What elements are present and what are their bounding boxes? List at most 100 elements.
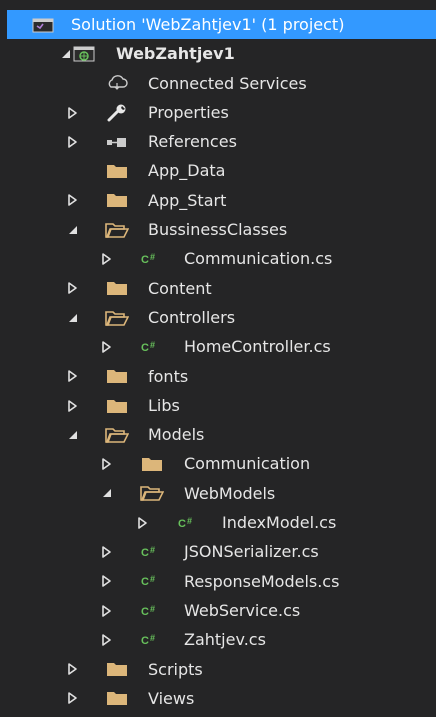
collapsed-arrow-icon[interactable] — [66, 186, 80, 215]
tree-item[interactable]: C # JSONSerializer.cs — [7, 537, 436, 566]
tree-item-label: WebZahtjev1 — [116, 44, 235, 64]
tree-item-label: Content — [148, 278, 212, 298]
folder-icon — [105, 274, 129, 303]
tree-item[interactable]: C # Zahtjev.cs — [7, 625, 436, 654]
tree-item[interactable]: Communication — [7, 449, 436, 478]
collapsed-arrow-icon[interactable] — [100, 567, 114, 596]
tree-item-label: Connected Services — [148, 73, 307, 93]
collapsed-arrow-icon[interactable] — [100, 596, 114, 625]
tree-item[interactable]: Properties — [7, 98, 436, 127]
tree-item-label: WebModels — [184, 483, 276, 503]
tree-item-label: fonts — [148, 366, 189, 386]
web-project-icon — [72, 39, 96, 68]
svg-text:#: # — [150, 340, 155, 350]
tree-item[interactable]: Views — [7, 684, 436, 713]
csharp-file-icon: C # — [177, 508, 201, 537]
folder-open-icon — [105, 303, 129, 332]
solution-icon — [31, 10, 55, 39]
tree-item-label: BussinessClasses — [148, 220, 288, 240]
tree-item-label: Models — [148, 425, 205, 445]
tree-item-label: Views — [148, 688, 195, 708]
tree-item-label: References — [148, 132, 237, 152]
svg-text:#: # — [150, 252, 155, 262]
tree-item[interactable]: fonts — [7, 362, 436, 391]
svg-text:C: C — [141, 576, 149, 588]
collapsed-arrow-icon[interactable] — [66, 684, 80, 713]
csharp-file-icon: C # — [140, 596, 164, 625]
tree-item[interactable]: App_Data — [7, 156, 436, 185]
tree-item-label: Communication — [184, 454, 311, 474]
tree-item-label: JSONSerializer.cs — [184, 542, 319, 562]
tree-item[interactable]: Controllers — [7, 303, 436, 332]
folder-icon — [105, 362, 129, 391]
solution-tree: Solution 'WebZahtjev1' (1 project) WebZah… — [7, 10, 436, 713]
tree-item-label: Properties — [148, 102, 229, 122]
tree-item-label: Controllers — [148, 307, 236, 327]
tree-item[interactable]: WebZahtjev1 — [7, 39, 436, 68]
collapsed-arrow-icon[interactable] — [66, 391, 80, 420]
collapsed-arrow-icon[interactable] — [100, 625, 114, 654]
tree-item[interactable]: Content — [7, 274, 436, 303]
csharp-file-icon: C # — [140, 625, 164, 654]
tree-item-label: Communication.cs — [184, 249, 333, 269]
tree-item-label: Solution 'WebZahtjev1' (1 project) — [71, 15, 345, 34]
svg-text:C: C — [141, 635, 149, 647]
expanded-arrow-icon[interactable] — [66, 420, 80, 449]
svg-text:C: C — [141, 254, 149, 266]
svg-text:C: C — [141, 606, 149, 618]
tree-item-label: App_Data — [148, 161, 226, 181]
svg-text:#: # — [150, 574, 155, 584]
tree-item[interactable]: App_Start — [7, 186, 436, 215]
tree-item[interactable]: References — [7, 127, 436, 156]
folder-icon — [105, 655, 129, 684]
tree-item[interactable]: C # HomeController.cs — [7, 332, 436, 361]
svg-text:#: # — [150, 633, 155, 643]
folder-icon — [105, 391, 129, 420]
collapsed-arrow-icon[interactable] — [66, 127, 80, 156]
folder-icon — [140, 449, 164, 478]
collapsed-arrow-icon[interactable] — [66, 362, 80, 391]
folder-icon — [105, 684, 129, 713]
svg-text:C: C — [141, 547, 149, 559]
collapsed-arrow-icon[interactable] — [100, 332, 114, 361]
expanded-arrow-icon[interactable] — [59, 39, 73, 68]
collapsed-arrow-icon[interactable] — [136, 508, 150, 537]
tree-item-label: App_Start — [148, 190, 227, 210]
tree-item-label: Libs — [148, 395, 180, 415]
collapsed-arrow-icon[interactable] — [66, 98, 80, 127]
csharp-file-icon: C # — [140, 567, 164, 596]
solution-explorer-panel: Solution 'WebZahtjev1' (1 project) WebZah… — [7, 10, 436, 717]
tree-item[interactable]: BussinessClasses — [7, 215, 436, 244]
expanded-arrow-icon[interactable] — [100, 479, 114, 508]
tree-item[interactable]: WebModels — [7, 479, 436, 508]
tree-item[interactable]: Solution 'WebZahtjev1' (1 project) — [7, 10, 436, 40]
tree-item[interactable]: Connected Services — [7, 69, 436, 98]
collapsed-arrow-icon[interactable] — [66, 655, 80, 684]
expanded-arrow-icon[interactable] — [66, 303, 80, 332]
folder-open-icon — [105, 215, 129, 244]
folder-open-icon — [105, 420, 129, 449]
expanded-arrow-icon[interactable] — [66, 215, 80, 244]
wrench-icon — [105, 98, 129, 127]
collapsed-arrow-icon[interactable] — [100, 537, 114, 566]
tree-item[interactable]: Scripts — [7, 655, 436, 684]
svg-text:C: C — [141, 342, 149, 354]
csharp-file-icon: C # — [140, 244, 164, 273]
tree-item[interactable]: Models — [7, 420, 436, 449]
tree-item-label: HomeController.cs — [184, 337, 331, 357]
folder-icon — [105, 186, 129, 215]
svg-text:#: # — [187, 516, 192, 526]
tree-item[interactable]: C # ResponseModels.cs — [7, 567, 436, 596]
tree-item[interactable]: C # Communication.cs — [7, 244, 436, 273]
tree-item[interactable]: Libs — [7, 391, 436, 420]
collapsed-arrow-icon[interactable] — [100, 449, 114, 478]
collapsed-arrow-icon[interactable] — [100, 244, 114, 273]
tree-item[interactable]: C # WebService.cs — [7, 596, 436, 625]
tree-item[interactable]: C # IndexModel.cs — [7, 508, 436, 537]
tree-item-label: Scripts — [148, 659, 203, 679]
svg-text:#: # — [150, 604, 155, 614]
csharp-file-icon: C # — [140, 537, 164, 566]
folder-open-icon — [140, 479, 164, 508]
collapsed-arrow-icon[interactable] — [66, 274, 80, 303]
svg-text:#: # — [150, 545, 155, 555]
